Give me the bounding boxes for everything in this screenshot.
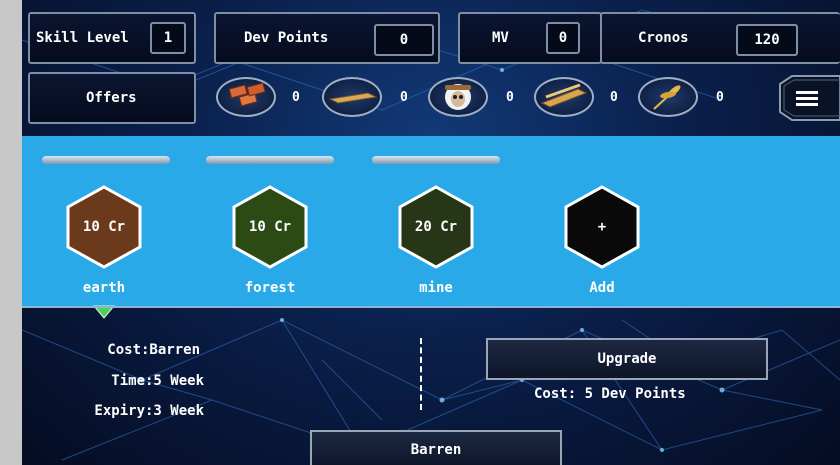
skill-level-panel: Skill Level 1: [28, 12, 196, 64]
land-tile-forest[interactable]: 10 Cr: [230, 184, 310, 270]
lumber-board-count: 0: [400, 90, 408, 105]
hamburger-menu-icon[interactable]: [770, 74, 840, 122]
land-progress-bar-earth: [42, 156, 170, 164]
add-plus-icon: +: [597, 219, 607, 235]
land-cost-mine: 20 Cr: [414, 219, 458, 235]
cronos-value: 120: [736, 24, 798, 56]
add-land-button[interactable]: +: [562, 184, 642, 270]
skill-level-value: 1: [150, 22, 186, 54]
land-progress-bar-mine: [372, 156, 500, 164]
upgrade-button[interactable]: Upgrade: [486, 338, 768, 380]
dev-points-label: Dev Points: [244, 30, 329, 46]
land-tile-earth[interactable]: 10 Cr: [64, 184, 144, 270]
detail-time: Time:5 Week: [111, 373, 204, 389]
mv-value: 0: [546, 22, 580, 54]
land-progress-bar-forest: [206, 156, 334, 164]
logs-icon: [534, 77, 594, 117]
logs-count: 0: [610, 90, 618, 105]
lumber-board-icon: [322, 77, 382, 117]
land-cost-earth: 10 Cr: [82, 219, 126, 235]
offers-label: Offers: [86, 90, 137, 106]
skill-level-label: Skill Level: [36, 30, 129, 46]
dev-points-panel: Dev Points 0: [214, 12, 440, 64]
mv-label: MV: [492, 30, 509, 46]
offers-button[interactable]: Offers: [28, 72, 196, 124]
wheat-icon: [638, 77, 698, 117]
land-cost-forest: 10 Cr: [248, 219, 292, 235]
band-divider: [22, 306, 840, 308]
detail-cost: Cost:Barren: [107, 342, 200, 358]
land-tile-mine[interactable]: 20 Cr: [396, 184, 476, 270]
add-land-label: Add: [589, 280, 615, 296]
land-name-earth: earth: [82, 280, 126, 296]
sheep-icon: [428, 77, 488, 117]
wheat-count: 0: [716, 90, 724, 105]
bricks-count: 0: [292, 90, 300, 105]
land-name-mine: mine: [419, 280, 453, 296]
cronos-panel: Cronos 120: [600, 12, 840, 64]
sheep-count: 0: [506, 90, 514, 105]
mv-panel: MV 0: [458, 12, 602, 64]
barren-button[interactable]: Barren: [310, 430, 562, 465]
detail-expiry: Expiry:3 Week: [94, 403, 204, 419]
land-name-forest: forest: [244, 280, 296, 296]
upgrade-cost: Cost: 5 Dev Points: [534, 386, 686, 402]
cronos-label: Cronos: [638, 30, 689, 46]
dev-points-value: 0: [374, 24, 434, 56]
detail-separator: [420, 338, 422, 410]
bricks-icon: [216, 77, 276, 117]
game-screen: Skill Level 1 Dev Points 0 MV 0 Cronos 1…: [22, 0, 840, 465]
